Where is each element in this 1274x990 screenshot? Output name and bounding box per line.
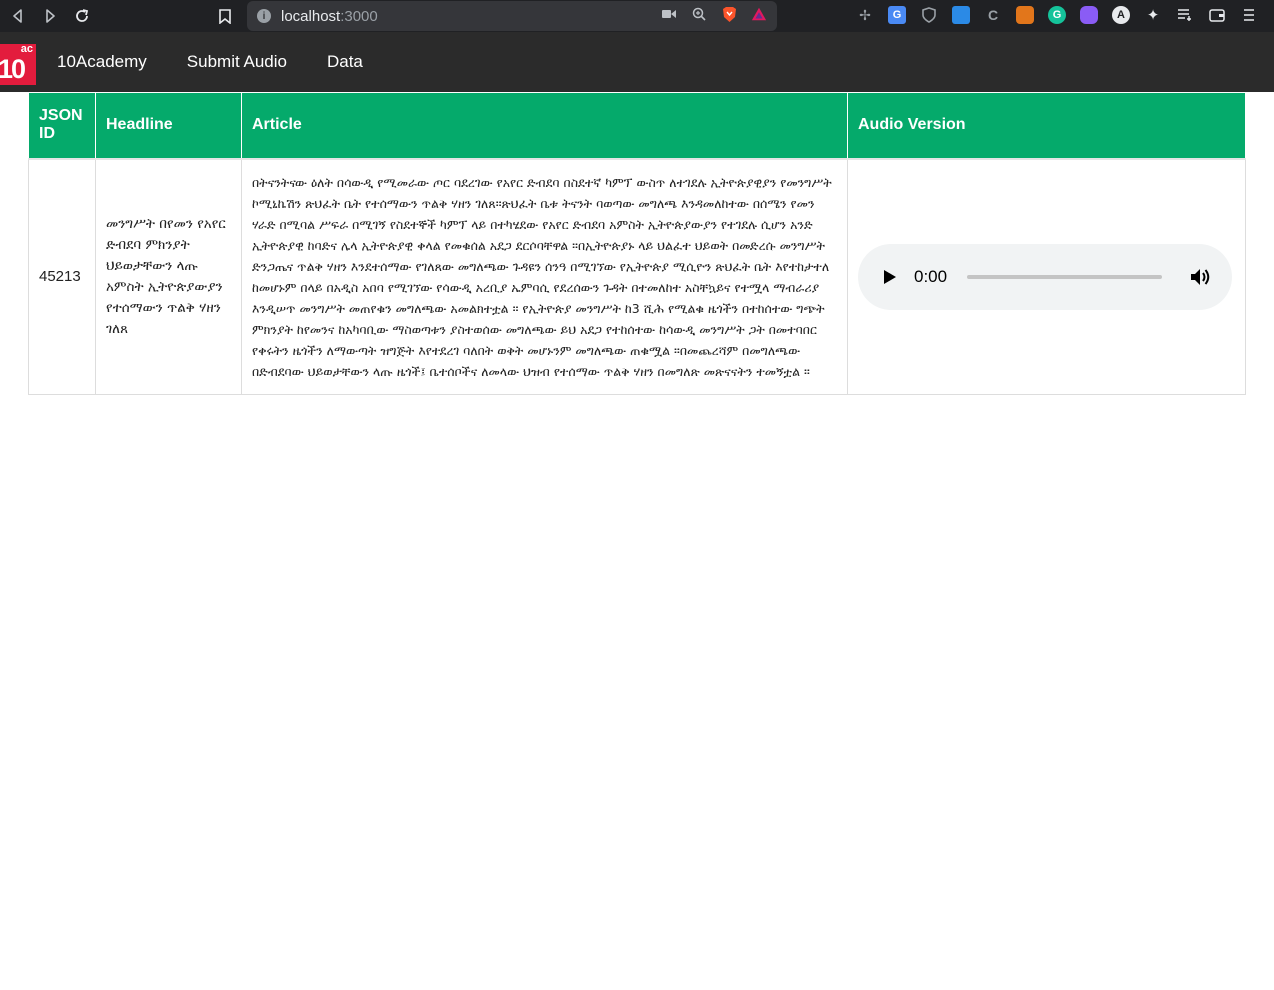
brave-rewards-icon[interactable] bbox=[751, 6, 767, 22]
audio-time: 0:00 bbox=[914, 267, 948, 286]
extension-blue-icon[interactable] bbox=[952, 6, 970, 24]
forward-icon[interactable] bbox=[40, 6, 60, 26]
logo[interactable]: ac 10 bbox=[0, 44, 36, 85]
extension-white-icon[interactable]: A bbox=[1112, 6, 1130, 24]
table-header-row: JSON ID Headline Article Audio Version bbox=[28, 92, 1246, 160]
camera-icon[interactable] bbox=[661, 6, 677, 22]
table-row: 45213 መንግሥት በየመን የአየር ድብደባ ምክንያት ህይወታቸውን… bbox=[28, 158, 1246, 395]
address-bar[interactable]: i localhost:3000 bbox=[247, 1, 777, 31]
data-table-wrapper: JSON ID Headline Article Audio Version 4… bbox=[28, 92, 1246, 395]
nav-link-data[interactable]: Data bbox=[327, 52, 363, 72]
shield-extension-icon[interactable] bbox=[920, 6, 938, 24]
back-icon[interactable] bbox=[8, 6, 28, 26]
site-info-icon[interactable]: i bbox=[257, 9, 271, 23]
header-article: Article bbox=[241, 92, 848, 160]
cell-article: በትናንትናው ዕለት በሳውዲ የሚመራው ጦር ባደረገው የአየር ድብደ… bbox=[241, 158, 848, 395]
extension-c-icon[interactable]: C bbox=[984, 6, 1002, 24]
wallet-icon[interactable] bbox=[1208, 6, 1226, 24]
app-navbar: ac 10 10Academy Submit Audio Data bbox=[0, 32, 1274, 92]
google-translate-icon[interactable]: G bbox=[888, 6, 906, 24]
menu-icon[interactable] bbox=[1240, 6, 1258, 24]
metamask-icon[interactable] bbox=[1016, 6, 1034, 24]
cell-headline: መንግሥት በየመን የአየር ድብደባ ምክንያት ህይወታቸውን ላጡ አም… bbox=[95, 158, 242, 395]
cell-json-id: 45213 bbox=[28, 158, 96, 395]
grammarly-icon[interactable]: G bbox=[1048, 6, 1066, 24]
bookmark-icon[interactable] bbox=[216, 6, 234, 26]
volume-icon[interactable] bbox=[1190, 266, 1212, 288]
zoom-icon[interactable] bbox=[691, 6, 707, 22]
brave-shield-icon[interactable] bbox=[721, 6, 737, 22]
reload-icon[interactable] bbox=[72, 6, 92, 26]
nav-links: 10Academy Submit Audio Data bbox=[57, 32, 403, 92]
url-port: :3000 bbox=[340, 7, 378, 25]
nav-link-submit-audio[interactable]: Submit Audio bbox=[187, 52, 287, 72]
reading-list-icon[interactable] bbox=[1176, 6, 1194, 24]
browser-toolbar: i localhost:3000 ✢ G C G A ✦ bbox=[0, 0, 1274, 32]
header-headline: Headline bbox=[95, 92, 242, 160]
data-table: JSON ID Headline Article Audio Version 4… bbox=[28, 92, 1246, 395]
header-audio-version: Audio Version bbox=[847, 92, 1246, 160]
url-host: localhost bbox=[281, 7, 341, 25]
extension-1-icon[interactable]: ✢ bbox=[856, 6, 874, 24]
audio-progress-bar[interactable] bbox=[967, 274, 1162, 279]
play-icon[interactable] bbox=[880, 267, 900, 287]
logo-text: 10 bbox=[0, 54, 26, 84]
extension-purple-icon[interactable] bbox=[1080, 6, 1098, 24]
header-json-id: JSON ID bbox=[28, 92, 96, 160]
extensions-puzzle-icon[interactable]: ✦ bbox=[1144, 6, 1162, 24]
audio-player: 0:00 bbox=[858, 243, 1232, 310]
nav-link-10academy[interactable]: 10Academy bbox=[57, 52, 147, 72]
cell-audio: 0:00 bbox=[847, 158, 1246, 395]
